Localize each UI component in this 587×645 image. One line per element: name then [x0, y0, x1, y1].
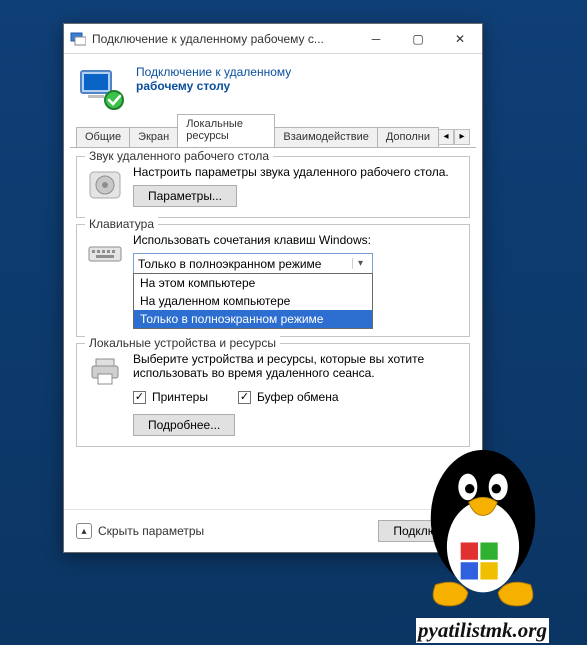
maximize-button[interactable]: ▢: [400, 28, 436, 50]
hide-options-label: Скрыть параметры: [98, 524, 204, 538]
group-remote-audio-legend: Звук удаленного рабочего стола: [85, 149, 273, 163]
minimize-button[interactable]: ─: [358, 28, 394, 50]
keyboard-option-remote[interactable]: На удаленном компьютере: [134, 292, 372, 310]
keyboard-dropdown[interactable]: На этом компьютере На удаленном компьюте…: [133, 273, 373, 329]
keyboard-text: Использовать сочетания клавиш Windows:: [133, 233, 459, 247]
remote-audio-text: Настроить параметры звука удаленного раб…: [133, 165, 459, 179]
group-remote-audio: Звук удаленного рабочего стола Настроить…: [76, 156, 470, 218]
chevron-down-icon: ▾: [352, 258, 368, 269]
tux-icon: [388, 428, 578, 618]
watermark-url: pyatilistmk.org: [416, 618, 549, 643]
close-button[interactable]: ✕: [442, 28, 478, 50]
tab-local-resources[interactable]: Локальные ресурсы: [177, 114, 275, 147]
group-local-devices-legend: Локальные устройства и ресурсы: [85, 336, 280, 350]
local-devices-text: Выберите устройства и ресурсы, которые в…: [133, 352, 459, 380]
keyboard-option-local[interactable]: На этом компьютере: [134, 274, 372, 292]
watermark: pyatilistmk.org: [380, 413, 585, 643]
checkmark-icon: ✓: [133, 391, 146, 404]
checkmark-icon: ✓: [238, 391, 251, 404]
keyboard-option-fullscreen[interactable]: Только в полноэкранном режиме: [134, 310, 372, 328]
printer-icon: [87, 354, 123, 390]
tab-scroll-left[interactable]: ◂: [438, 129, 454, 145]
tab-advanced[interactable]: Дополни: [377, 127, 439, 147]
remote-audio-settings-button[interactable]: Параметры...: [133, 185, 237, 207]
more-devices-button[interactable]: Подробнее...: [133, 414, 235, 436]
checkbox-clipboard-label: Буфер обмена: [257, 390, 339, 404]
window-title: Подключение к удаленному рабочему с...: [92, 32, 352, 46]
chevron-up-icon: ▴: [76, 523, 92, 539]
group-keyboard-legend: Клавиатура: [85, 217, 158, 231]
tab-general[interactable]: Общие: [76, 127, 130, 147]
tab-experience[interactable]: Взаимодействие: [274, 127, 377, 147]
header-title: Подключение к удаленному рабочему столу: [136, 66, 291, 94]
checkbox-clipboard[interactable]: ✓ Буфер обмена: [238, 390, 339, 404]
keyboard-combo[interactable]: Только в полноэкранном режиме ▾: [133, 253, 373, 274]
header-title-line1: Подключение к удаленному: [136, 66, 291, 80]
checkbox-printers-label: Принтеры: [152, 390, 208, 404]
keyboard-icon: [87, 235, 123, 271]
rdc-app-icon: [70, 31, 86, 47]
titlebar: Подключение к удаленному рабочему с... ─…: [64, 24, 482, 54]
group-keyboard: Клавиатура Использовать сочетания клавиш…: [76, 224, 470, 337]
hide-options-link[interactable]: ▴ Скрыть параметры: [76, 523, 204, 539]
tab-scroll-right[interactable]: ▸: [454, 129, 470, 145]
header-title-line2: рабочему столу: [136, 80, 291, 94]
tab-display[interactable]: Экран: [129, 127, 178, 147]
keyboard-combo-value: Только в полноэкранном режиме: [138, 257, 321, 271]
checkbox-printers[interactable]: ✓ Принтеры: [133, 390, 208, 404]
audio-icon: [87, 167, 123, 203]
rdc-header-icon: [78, 66, 126, 114]
tabstrip: Общие Экран Локальные ресурсы Взаимодейс…: [70, 124, 476, 148]
